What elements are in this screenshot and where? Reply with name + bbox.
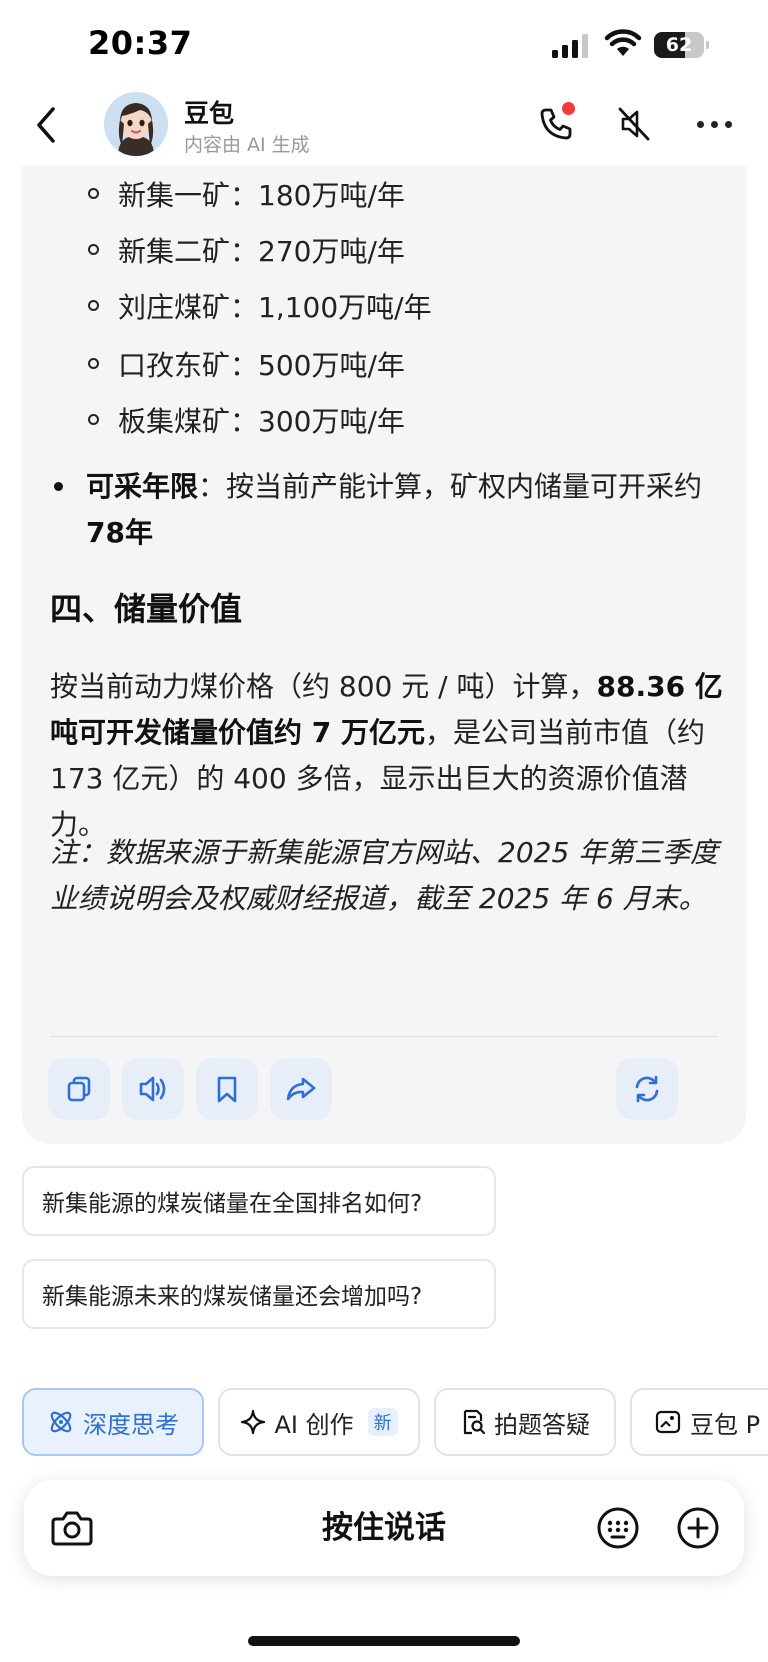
wifi-icon: [604, 29, 642, 56]
deep-think-chip[interactable]: 深度思考: [22, 1388, 204, 1456]
battery-level: 62: [665, 34, 693, 56]
home-indicator: [248, 1636, 520, 1646]
assistant-message-card: 新集一矿：180万吨/年 新集二矿：270万吨/年 刘庄煤矿：1,100万吨/年…: [22, 166, 746, 1144]
plus-icon: [677, 1507, 719, 1549]
doc-search-icon: [463, 1409, 486, 1435]
keyboard-button[interactable]: [592, 1502, 644, 1554]
sparkle-icon: [241, 1409, 266, 1435]
keyboard-icon: [597, 1507, 639, 1549]
bookmark-button[interactable]: [196, 1058, 258, 1120]
avatar[interactable]: [104, 92, 168, 156]
doubao-p-label: 豆包 P: [690, 1410, 761, 1439]
status-bar: 20:37 62: [0, 0, 768, 90]
speaker-muted-icon: [618, 107, 650, 141]
battery-indicator: 62: [654, 32, 709, 58]
ai-create-label: AI 创作: [274, 1410, 354, 1439]
chat-header: 豆包 内容由 AI 生成: [0, 88, 768, 166]
status-time: 20:37: [88, 24, 193, 62]
mute-button[interactable]: [612, 102, 656, 146]
value-text: 按当前动力煤价格（约 800 元 / 吨）计算，: [50, 670, 597, 703]
mining-years-text: ：按当前产能计算，矿权内储量可开采约: [198, 470, 703, 503]
share-button[interactable]: [270, 1058, 332, 1120]
suggestion-chip[interactable]: 新集能源未来的煤炭储量还会增加吗?: [22, 1259, 496, 1329]
camera-icon: [51, 1511, 93, 1546]
speaker-icon: [139, 1076, 166, 1102]
voice-call-button[interactable]: [534, 102, 578, 146]
source-note: 注：数据来源于新集能源官方网站、2025 年第三季度业绩说明会及权威财经报道，截…: [50, 836, 719, 915]
copy-button[interactable]: [48, 1058, 110, 1120]
assistant-name: 豆包: [184, 99, 235, 128]
share-icon: [286, 1077, 316, 1101]
copy-icon: [67, 1076, 91, 1102]
regenerate-button[interactable]: [616, 1058, 678, 1120]
add-button[interactable]: [672, 1502, 724, 1554]
section-title: 四、储量价值: [50, 590, 243, 628]
deep-think-label: 深度思考: [83, 1410, 179, 1439]
more-icon: [696, 120, 704, 128]
suggestion-chip[interactable]: 新集能源的煤炭储量在全国排名如何?: [22, 1166, 496, 1236]
list-item: 新集二矿：270万吨/年: [22, 228, 746, 268]
photo-question-label: 拍题答疑: [494, 1410, 590, 1439]
list-item: 板集煤矿：300万吨/年: [22, 398, 746, 438]
list-item: 新集一矿：180万吨/年: [22, 172, 746, 212]
photo-question-chip[interactable]: 拍题答疑: [434, 1388, 616, 1456]
camera-button[interactable]: [46, 1502, 98, 1554]
list-item-text: 新集一矿：180万吨/年: [118, 179, 405, 212]
bookmark-icon: [217, 1076, 237, 1103]
list-item: 刘庄煤矿：1,100万吨/年: [22, 284, 746, 324]
new-badge: 新: [367, 1408, 398, 1436]
cellular-signal-icon: [552, 34, 588, 58]
reserve-value-paragraph: 按当前动力煤价格（约 800 元 / 吨）计算，88.36 亿吨可开发储量价值约…: [50, 664, 740, 848]
bullet-dot: [54, 482, 63, 491]
mining-years-label: 可采年限: [86, 470, 199, 503]
tool-chips: 深度思考 AI 创作 新 拍题答疑 豆包 P: [0, 1388, 768, 1456]
regenerate-icon: [635, 1075, 659, 1103]
ai-generated-label: 内容由 AI 生成: [184, 134, 310, 156]
read-aloud-button[interactable]: [122, 1058, 184, 1120]
list-item-text: 刘庄煤矿：1,100万吨/年: [118, 291, 432, 324]
notification-dot: [562, 102, 575, 115]
input-bar: 按住说话: [24, 1480, 744, 1576]
ai-create-chip[interactable]: AI 创作 新: [218, 1388, 420, 1456]
atom-icon: [50, 1411, 72, 1433]
list-item-text: 板集煤矿：300万吨/年: [118, 405, 405, 438]
image-edit-icon: [655, 1410, 681, 1434]
mining-years-value: 78年: [86, 516, 153, 549]
more-button[interactable]: [690, 102, 738, 146]
divider: [50, 1036, 718, 1037]
doubao-p-chip[interactable]: 豆包 P: [630, 1388, 768, 1456]
list-item-text: 新集二矿：270万吨/年: [118, 235, 405, 268]
hold-to-talk-button[interactable]: 按住说话: [244, 1480, 524, 1576]
list-item: 口孜东矿：500万吨/年: [22, 342, 746, 382]
mining-years-item: 可采年限：按当前产能计算，矿权内储量可开采约 78年: [86, 464, 726, 556]
assistant-avatar-icon: [104, 92, 168, 156]
back-button[interactable]: [26, 102, 66, 148]
list-item-text: 口孜东矿：500万吨/年: [118, 349, 405, 382]
back-icon: [37, 107, 55, 143]
